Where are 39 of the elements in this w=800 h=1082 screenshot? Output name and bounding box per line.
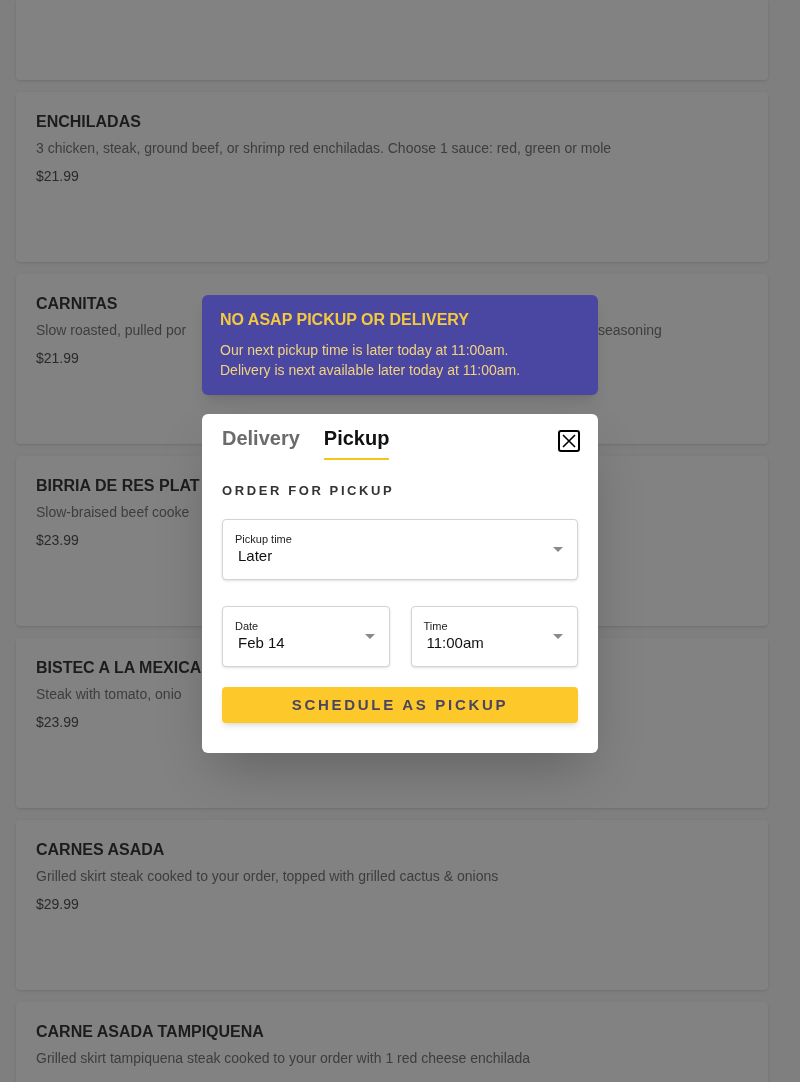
field-value: Later <box>237 547 274 566</box>
dropdown-caret-icon <box>553 547 563 552</box>
field-value: Feb 14 <box>237 634 286 653</box>
field-value: 11:00am <box>425 634 485 653</box>
notice-title: NO ASAP PICKUP OR DELIVERY <box>220 310 470 330</box>
dish-description: 3 chicken, steak, ground beef, or shrimp red enchiladas. Choose 1 sauce: red, green or mole <box>36 140 612 156</box>
close-icon <box>562 434 576 448</box>
dish-description: Grilled skirt tampiquena steak cooked to your order with 1 red cheese enchilada <box>36 1050 531 1066</box>
dropdown-field[interactable]: Date Feb 14 <box>222 606 390 667</box>
dropdown-field[interactable]: Time 11:00am <box>410 606 578 667</box>
dish-name: BIRRIA DE RES PLAT <box>36 476 200 496</box>
section-title: ORDER FOR PICKUP <box>222 483 396 499</box>
field-label: Time <box>423 620 449 634</box>
close-button[interactable] <box>558 430 580 452</box>
dish-description: Steak with tomato, onio <box>36 686 182 702</box>
dish-description: seasoning <box>598 321 663 340</box>
notice-text: Our next pickup time is later today at 11:00am. <box>220 341 510 360</box>
field-label: Date <box>235 620 260 634</box>
dish-name: ENCHILADAS <box>36 112 141 132</box>
notice-text: Delivery is next available later today at 11:00am. <box>220 361 522 380</box>
dish-price: $29.99 <box>36 895 79 914</box>
dish-price: $21.99 <box>36 167 79 186</box>
dish-name: BISTEC A LA MEXICA <box>36 658 202 678</box>
dish-price: $23.99 <box>36 531 79 550</box>
dish-price: $21.99 <box>36 349 79 368</box>
dish-name: CARNITAS <box>36 294 118 314</box>
dish-description: Slow-braised beef cooke <box>36 504 190 520</box>
menu-card[interactable]: CARNE ASADA TAMPIQUENA Grilled skirt tampiquena steak cooked to your order with 1 red cheese enchilada <box>16 1002 768 1082</box>
menu-card[interactable]: CARNES ASADA Grilled skirt steak cooked to your order, topped with grilled cactus & onions $29.99 <box>16 820 768 990</box>
dish-name: CARNES ASADA <box>36 840 165 860</box>
menu-card[interactable]: ENCHILADAS 3 chicken, steak, ground beef, or shrimp red enchiladas. Choose 1 sauce: red, green or mole $21.99 <box>16 92 768 262</box>
dropdown-field[interactable]: Pickup time Later <box>222 519 578 580</box>
dish-name: CARNE ASADA TAMPIQUENA <box>36 1022 264 1042</box>
dish-description: Slow roasted, pulled por <box>36 321 188 340</box>
mode-tab[interactable]: Pickup <box>323 424 390 460</box>
dish-description: Grilled skirt steak cooked to your order, topped with grilled cactus & onions <box>36 868 499 884</box>
field-label: Pickup time <box>235 533 293 547</box>
schedule-button[interactable]: SCHEDULE AS PICKUP <box>222 687 578 723</box>
dish-price: $23.99 <box>36 713 79 732</box>
